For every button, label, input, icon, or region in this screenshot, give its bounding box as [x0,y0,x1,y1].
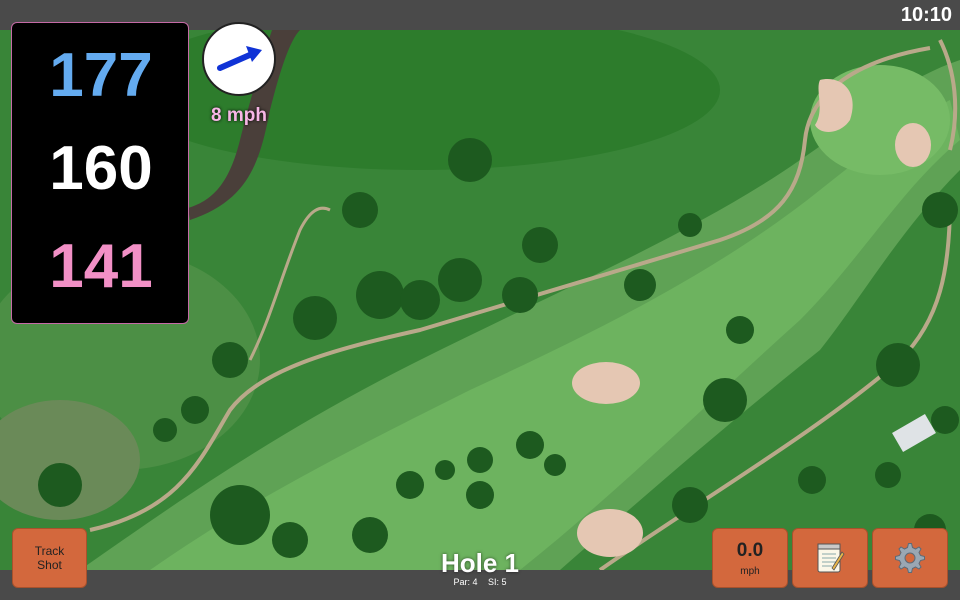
track-shot-label-line1: Track [34,544,65,558]
hole-stroke-index: SI: 5 [488,577,507,587]
notepad-icon [817,543,845,573]
settings-button[interactable] [872,528,948,588]
track-shot-label-line2: Shot [37,558,62,572]
hole-title: Hole 1 [440,548,520,578]
front-distance: 141 [49,232,153,301]
hole-par: Par: 4 [453,577,478,587]
wind-arrow-icon [217,46,262,71]
speed-unit: mph [740,565,760,577]
distance-panel: 177 160 141 [11,22,189,324]
speed-button[interactable]: 0.0 mph [712,528,788,588]
gear-icon [895,543,925,573]
middle-distance: 160 [49,134,153,203]
clock: 10:10 [900,4,952,26]
notes-button[interactable] [792,528,868,588]
track-shot-button[interactable]: Track Shot [12,528,87,588]
back-distance: 177 [49,41,153,110]
app-screen: 10:10 177 160 141 8 mph Track Shot Hole … [0,0,960,600]
wind-indicator [202,22,276,96]
speed-value: 0.0 [736,539,764,561]
hole-info: Par: 4 SI: 5 [400,577,560,587]
wind-speed: 8 mph [211,105,267,126]
